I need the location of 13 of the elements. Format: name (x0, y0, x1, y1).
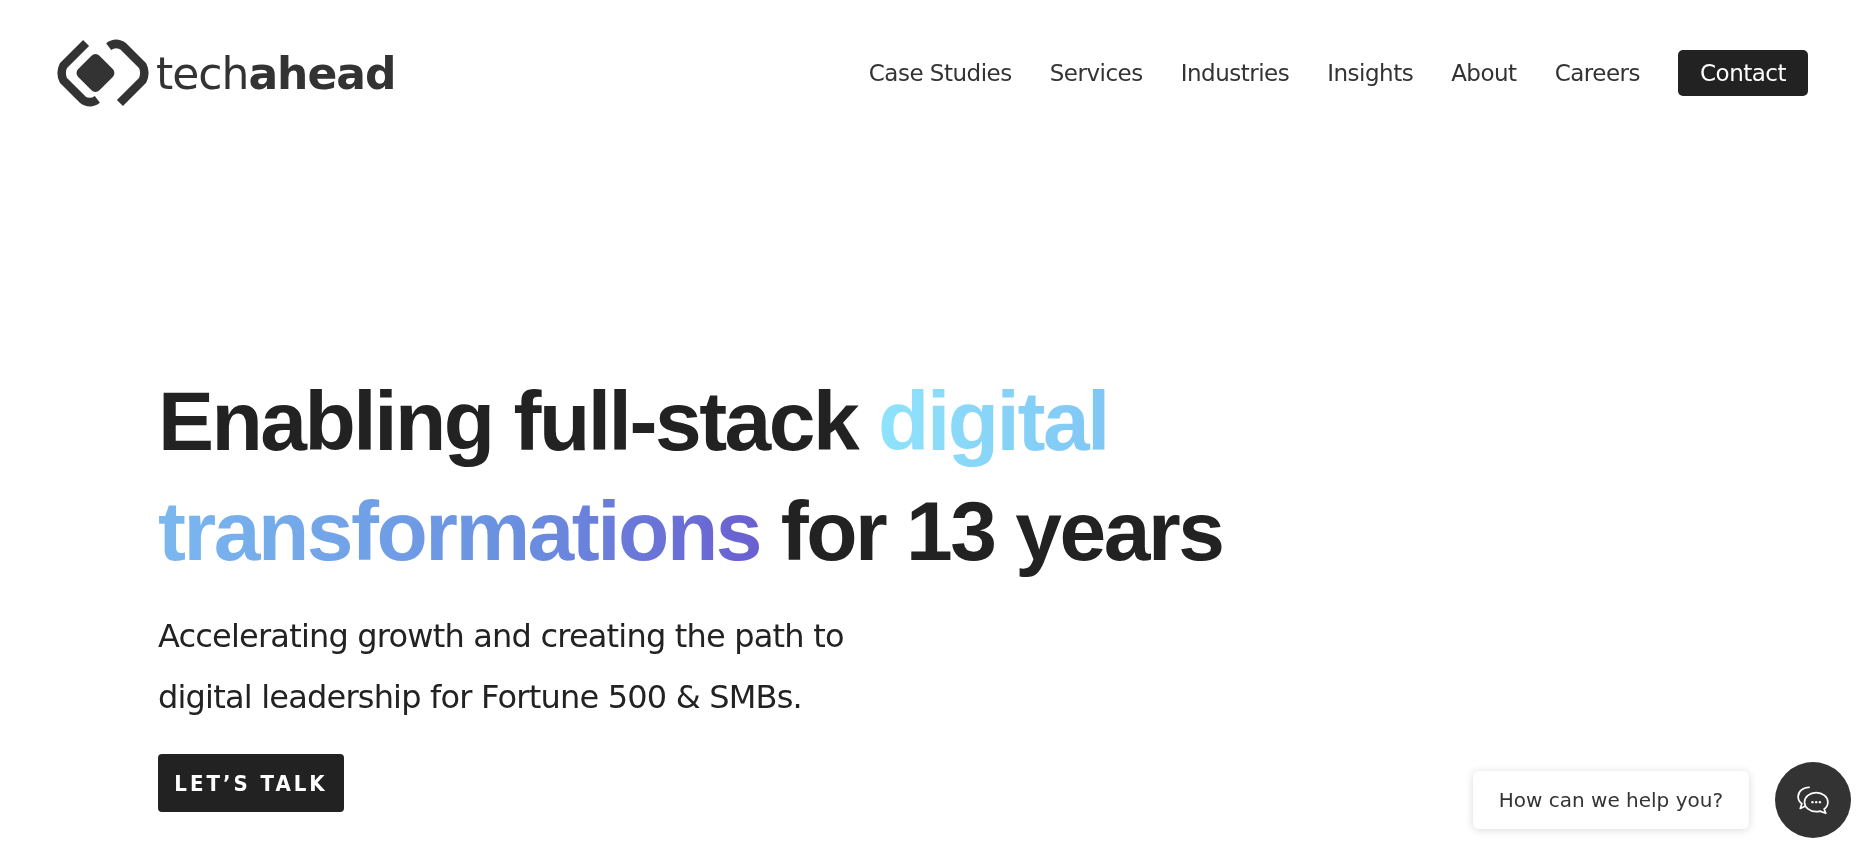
nav-link[interactable]: Case Studies (868, 60, 1012, 86)
nav-link[interactable]: Services (1049, 60, 1143, 86)
logo-wordmark: techahead (156, 47, 396, 99)
nav-link[interactable]: About (1451, 60, 1517, 86)
nav-link[interactable]: Insights (1327, 60, 1414, 86)
hero-heading: Enabling full-stack digital transformations for 13 years (158, 373, 1224, 580)
nav-link[interactable]: Careers (1554, 60, 1640, 86)
chat-prompt-bubble[interactable]: How can we help you? (1472, 771, 1749, 829)
nav-link[interactable]: Industries (1180, 60, 1290, 86)
contact-button[interactable]: Contact (1678, 50, 1808, 96)
hero-subtitle: Accelerating growth and creating the path to digital leadership for Fortune 500 & SMBs. (158, 616, 845, 718)
lets-talk-button[interactable]: LET’S TALK (158, 754, 344, 812)
chat-bubbles-icon (1796, 785, 1830, 815)
